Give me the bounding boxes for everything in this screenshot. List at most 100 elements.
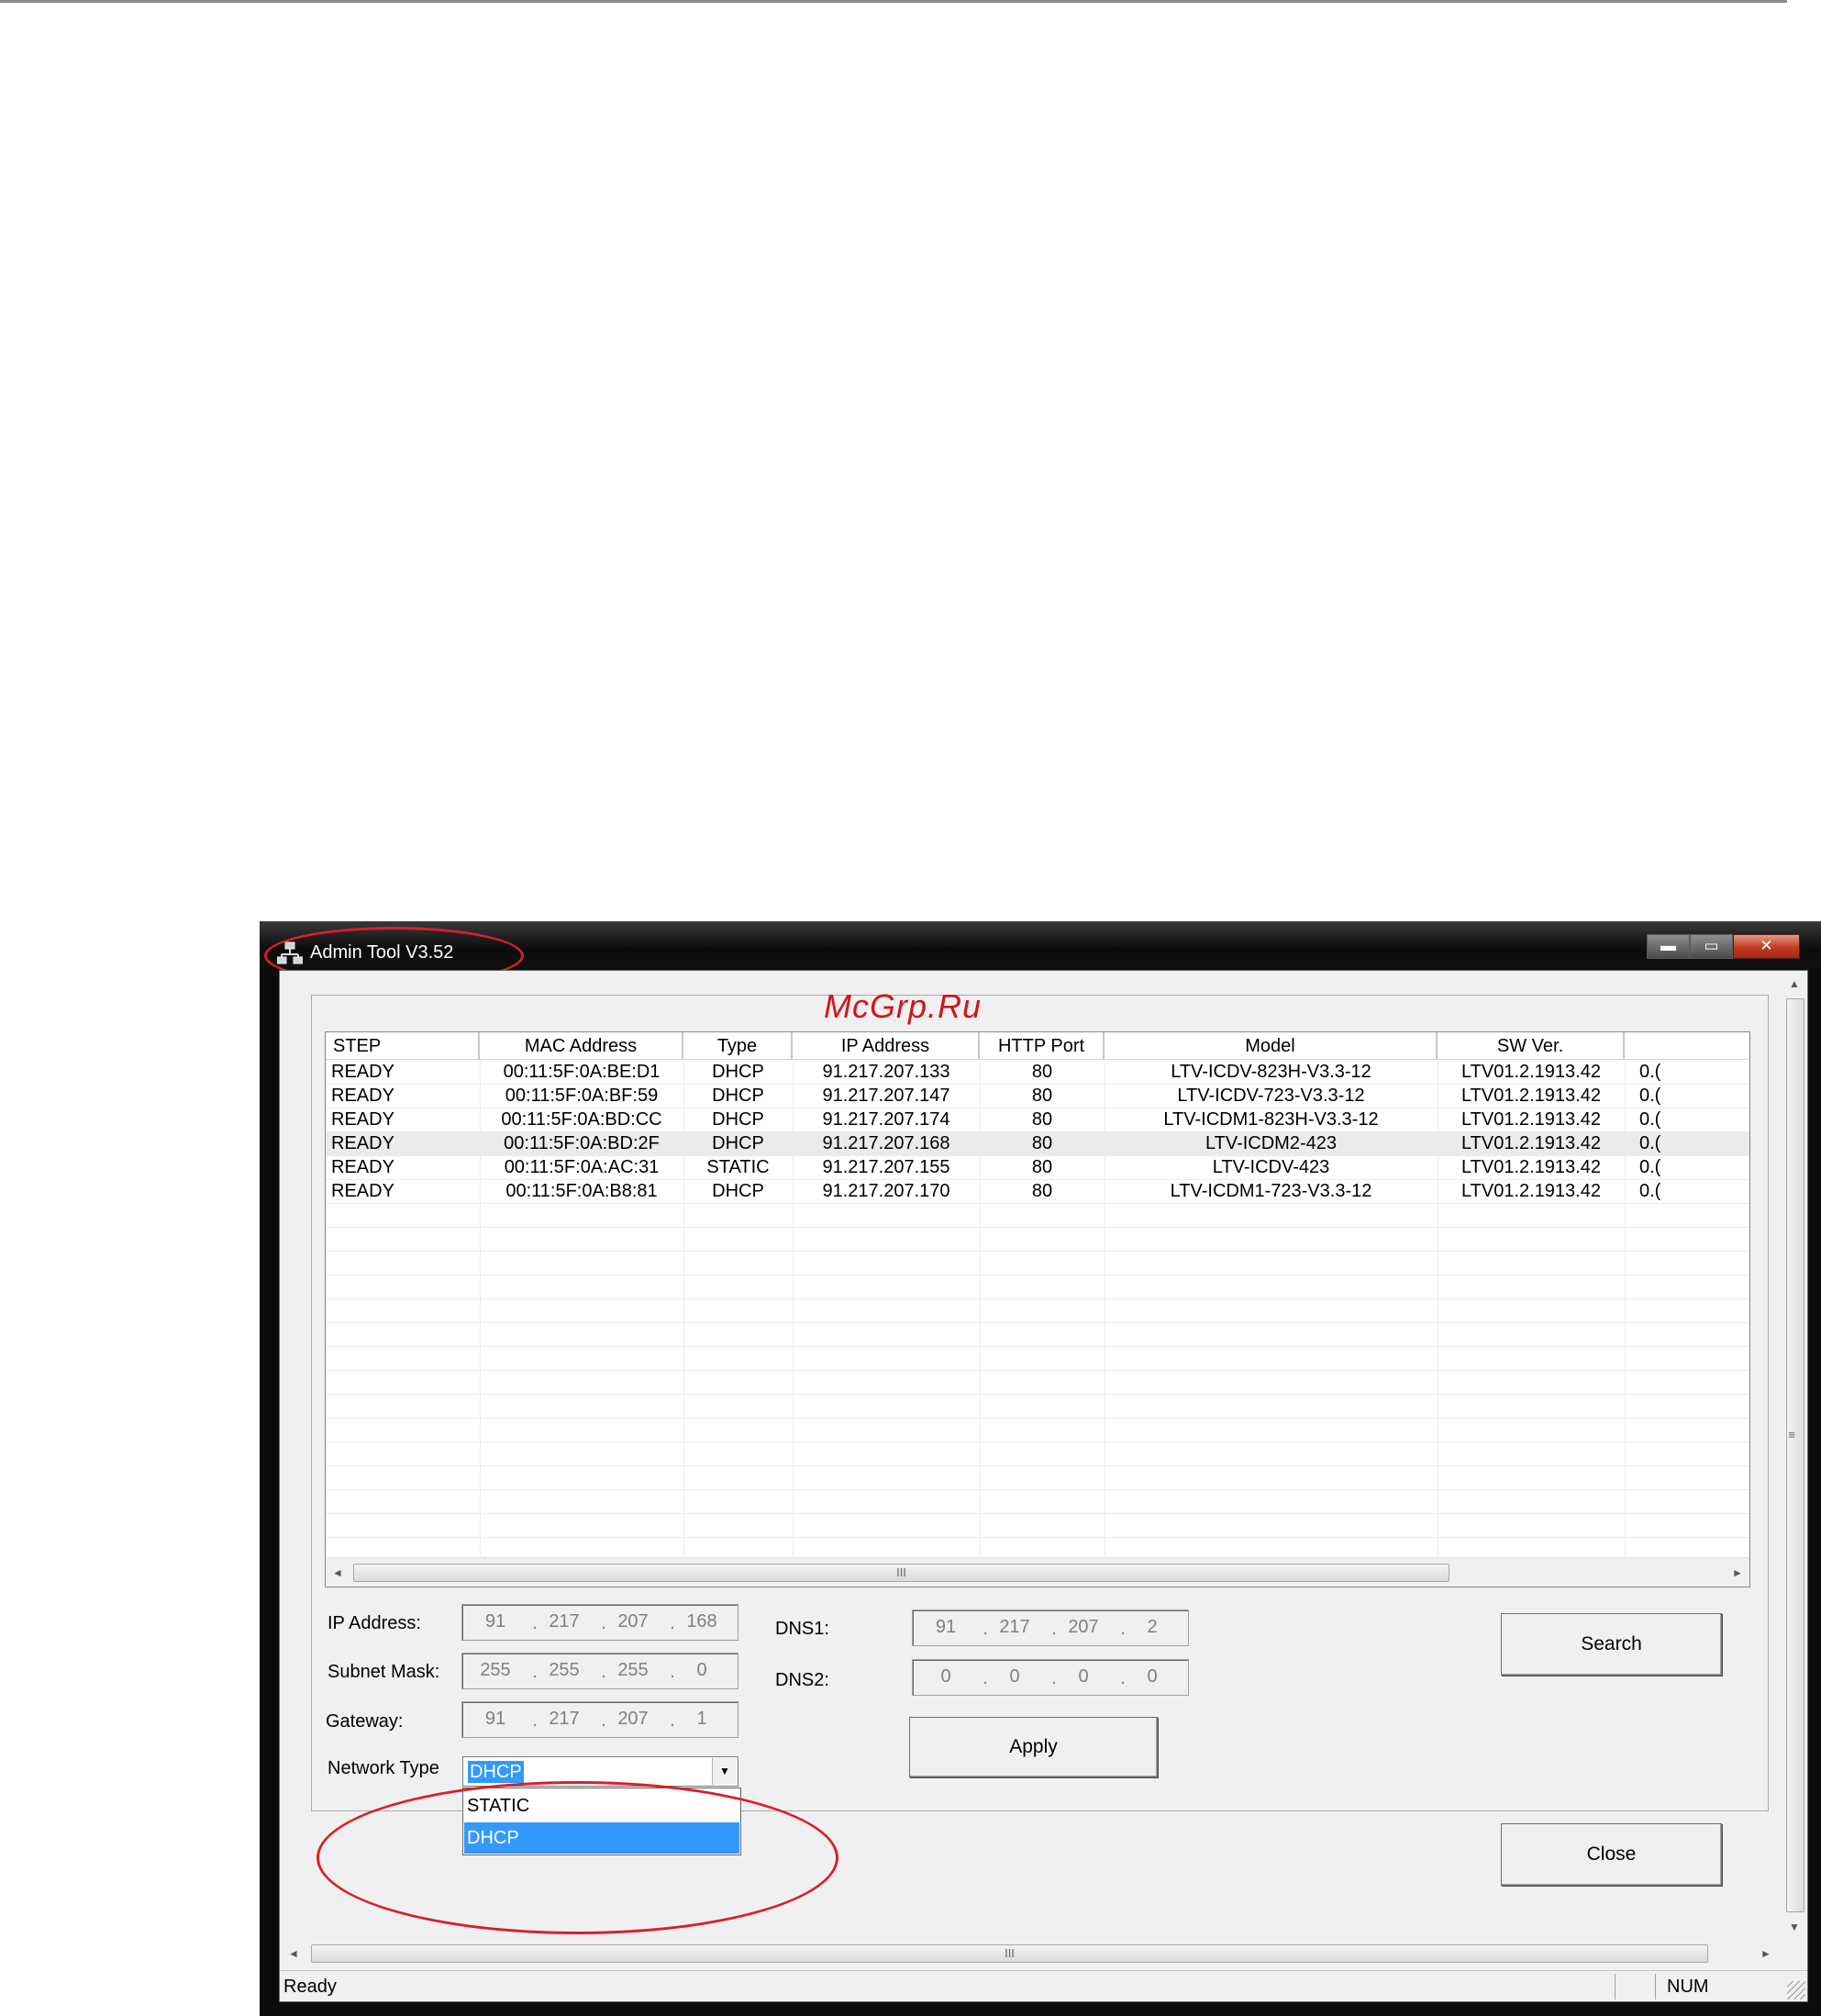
cell-sw-version: LTV01.2.1913.42 (1461, 1086, 1601, 1106)
table-row[interactable]: READY 00:11:5F:0A:BD:2F DHCP 91.217.207.168… (326, 1132, 1749, 1156)
ip-separator-dot: . (601, 1613, 606, 1633)
table-row[interactable]: READY 00:11:5F:0A:BD:CC DHCP 91.217.207.174… (326, 1108, 1749, 1132)
ip-octet[interactable]: 255 (605, 1660, 661, 1681)
empty-table-row (326, 1275, 1749, 1299)
column-header-ip-address[interactable]: IP Address (793, 1032, 980, 1060)
cell-mac-address: 00:11:5F:0A:B8:81 (505, 1181, 658, 1201)
ip-separator-dot: . (532, 1662, 538, 1682)
ip-separator-dot: . (670, 1613, 675, 1633)
window-controls: ▬ ▭ ✕ (1647, 934, 1800, 959)
cell-ip-address: 91.217.207.133 (822, 1062, 950, 1082)
page-top-rule (0, 0, 1787, 3)
table-row[interactable]: READY 00:11:5F:0A:BF:59 DHCP 91.217.207.147… (326, 1085, 1749, 1108)
cell-sw-version: LTV01.2.1913.42 (1461, 1181, 1601, 1201)
ip-octet[interactable]: 207 (605, 1611, 661, 1632)
resize-grip-icon[interactable] (1787, 1981, 1805, 1999)
ip-separator-dot: . (1051, 1619, 1057, 1639)
gateway-field[interactable]: 91 217 207 1... (461, 1701, 738, 1738)
cell-mac-address: 00:11:5F:0A:BE:D1 (503, 1062, 661, 1082)
ip-octet[interactable]: 91 (468, 1611, 523, 1632)
ip-octet[interactable]: 0 (674, 1660, 729, 1681)
empty-table-row (326, 1514, 1749, 1538)
cell-extra: 0.( (1639, 1062, 1661, 1082)
table-row[interactable]: READY 00:11:5F:0A:BE:D1 DHCP 91.217.207.133… (326, 1061, 1749, 1085)
minimize-button[interactable]: ▬ (1647, 934, 1690, 959)
cell-type: DHCP (712, 1062, 764, 1082)
column-header-mac-address[interactable]: MAC Address (480, 1032, 683, 1060)
apply-button[interactable]: Apply (909, 1717, 1158, 1777)
ip-octet[interactable]: 217 (987, 1617, 1042, 1638)
cell-mac-address: 00:11:5F:0A:BD:2F (504, 1133, 660, 1153)
window-horizontal-scrollbar[interactable]: ◄ III ► (280, 1940, 1807, 1968)
admin-tool-window: Admin Tool V3.52 ▬ ▭ ✕ McGrp.Ru STEP MAC … (260, 921, 1821, 2016)
maximize-button[interactable]: ▭ (1690, 934, 1733, 959)
search-button[interactable]: Search (1501, 1613, 1722, 1676)
scroll-down-arrow-icon[interactable]: ▼ (1782, 1914, 1807, 1940)
status-num-indicator: NUM (1655, 1974, 1728, 1999)
window-horizontal-scroll-thumb[interactable]: III (311, 1944, 1708, 1963)
table-row[interactable]: READY 00:11:5F:0A:AC:31 STATIC 91.217.207.1… (326, 1156, 1749, 1180)
ip-separator-dot: . (601, 1662, 606, 1682)
scroll-left-arrow-icon[interactable]: ◄ (280, 1940, 307, 1968)
window-vertical-scroll-thumb[interactable] (1786, 998, 1804, 1912)
device-list-horizontal-scrollbar[interactable]: ◄ III ► (326, 1557, 1749, 1587)
dns1-field[interactable]: 91 217 207 2... (912, 1609, 1189, 1646)
device-list-body: READY 00:11:5F:0A:BE:D1 DHCP 91.217.207.133… (326, 1061, 1749, 1562)
ip-octet[interactable]: 168 (674, 1611, 729, 1632)
ip-octet[interactable]: 0 (918, 1666, 973, 1687)
ip-octet[interactable]: 0 (987, 1666, 1042, 1687)
ip-address-field[interactable]: 91 217 207 168... (461, 1604, 738, 1641)
ip-octet[interactable]: 217 (537, 1709, 592, 1730)
cell-extra: 0.( (1639, 1086, 1661, 1106)
empty-table-row (326, 1323, 1749, 1347)
window-vertical-scrollbar[interactable]: ▲ ≡ ▼ (1782, 971, 1807, 1940)
cell-ip-address: 91.217.207.155 (822, 1157, 950, 1177)
ip-octet[interactable]: 255 (468, 1660, 523, 1681)
column-header-type[interactable]: Type (683, 1032, 793, 1060)
network-type-label: Network Type (328, 1758, 439, 1778)
empty-table-row (326, 1490, 1749, 1514)
title-bar[interactable]: Admin Tool V3.52 ▬ ▭ ✕ (260, 921, 1821, 967)
column-header-extra[interactable] (1625, 1032, 1749, 1060)
device-list-scroll-thumb[interactable]: III (353, 1564, 1449, 1582)
ip-octet[interactable]: 2 (1125, 1617, 1180, 1638)
ip-octet[interactable]: 0 (1125, 1666, 1180, 1687)
network-type-selected-value: DHCP (468, 1761, 524, 1783)
device-list-header: STEP MAC Address Type IP Address HTTP Port Mo… (326, 1032, 1749, 1060)
ip-octet[interactable]: 0 (1056, 1666, 1111, 1687)
ip-octet[interactable]: 1 (674, 1709, 729, 1730)
table-row[interactable]: READY 00:11:5F:0A:B8:81 DHCP 91.217.207.170… (326, 1180, 1749, 1204)
ip-octet[interactable]: 255 (537, 1660, 592, 1681)
ip-octet[interactable]: 207 (605, 1709, 661, 1730)
scroll-right-arrow-icon[interactable]: ► (1752, 1940, 1780, 1968)
window-close-button[interactable]: ✕ (1733, 934, 1800, 959)
gateway-label: Gateway: (326, 1711, 404, 1732)
network-type-select[interactable]: DHCP ▼ (462, 1756, 738, 1787)
column-header-step[interactable]: STEP (326, 1032, 480, 1060)
network-type-option-dhcp[interactable]: DHCP (464, 1822, 739, 1854)
close-button[interactable]: Close (1501, 1823, 1722, 1886)
client-area: McGrp.Ru STEP MAC Address Type IP Address HT… (279, 970, 1808, 2002)
cell-extra: 0.( (1639, 1109, 1661, 1130)
ip-octet[interactable]: 207 (1056, 1617, 1111, 1638)
cell-extra: 0.( (1639, 1181, 1661, 1201)
scroll-left-arrow-icon[interactable]: ◄ (326, 1558, 350, 1587)
ip-octet[interactable]: 91 (468, 1709, 523, 1730)
column-header-sw-version[interactable]: SW Ver. (1438, 1032, 1625, 1060)
ip-octet[interactable]: 217 (537, 1611, 592, 1632)
chevron-down-icon[interactable]: ▼ (712, 1758, 737, 1785)
column-header-model[interactable]: Model (1105, 1032, 1438, 1060)
subnet-mask-field[interactable]: 255 255 255 0... (461, 1653, 738, 1689)
empty-table-row (326, 1228, 1749, 1252)
device-list[interactable]: STEP MAC Address Type IP Address HTTP Port Mo… (325, 1031, 1750, 1587)
column-header-http-port[interactable]: HTTP Port (980, 1032, 1105, 1060)
network-type-option-static[interactable]: STATIC (464, 1790, 739, 1821)
scroll-right-arrow-icon[interactable]: ► (1726, 1558, 1749, 1587)
ip-separator-dot: . (1051, 1668, 1057, 1688)
cell-type: DHCP (712, 1133, 764, 1153)
dns2-field[interactable]: 0000... (912, 1659, 1189, 1696)
empty-table-row (326, 1466, 1749, 1490)
cell-type: DHCP (712, 1181, 764, 1201)
scroll-up-arrow-icon[interactable]: ▲ (1782, 971, 1807, 997)
ip-octet[interactable]: 91 (918, 1617, 973, 1638)
